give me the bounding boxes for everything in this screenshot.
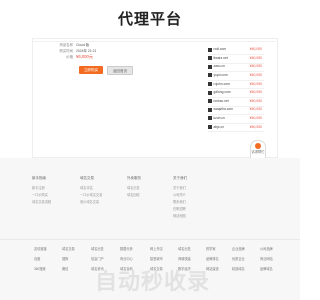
footer-link[interactable]: 一口价域名交易 xyxy=(80,192,102,197)
bottom-link[interactable]: 商城快建 xyxy=(178,256,191,261)
bottom-link[interactable]: 优质企业 xyxy=(232,256,245,261)
domain-name[interactable]: waqstha.com xyxy=(214,107,233,111)
domain-name[interactable]: abjs.cn xyxy=(214,125,224,129)
back-home-button[interactable]: 返回首页 xyxy=(107,66,133,76)
footer-link[interactable]: 域名交易流程 xyxy=(32,199,51,204)
bottom-link[interactable]: 公司品牌 xyxy=(260,246,273,251)
help-label: 请求帮忙 xyxy=(251,150,265,154)
domain-name[interactable]: ttwarz.net xyxy=(214,56,228,60)
field-value-time: 2024年 21:21 xyxy=(76,49,97,53)
domain-icon xyxy=(208,124,212,129)
bottom-link[interactable]: 品牌排名 xyxy=(206,256,219,261)
footer-link[interactable]: 域名出售 xyxy=(127,185,140,190)
bottom-link[interactable]: 微信 xyxy=(62,266,68,271)
footer-link[interactable]: 一口价购买 xyxy=(32,192,48,197)
footer-col-title: 外卖服务 xyxy=(127,176,141,180)
watermark-text: 自动秒收录 xyxy=(95,270,211,295)
bottom-link[interactable]: 数据分析 xyxy=(120,246,133,251)
domain-price: ¥40,000 xyxy=(249,47,262,52)
bottom-link[interactable]: 商业网站 xyxy=(260,256,273,261)
domain-price: ¥40,000 xyxy=(249,124,262,129)
domain-name[interactable]: rujohn.com xyxy=(214,82,230,86)
domain-icon xyxy=(208,73,212,78)
field-label-time: 购买时间 xyxy=(59,49,73,53)
domain-price: ¥40,000 xyxy=(249,81,262,86)
bottom-link[interactable]: 域名出售 xyxy=(178,246,191,251)
field-label-name: 商品名称 xyxy=(59,43,73,47)
footer-link[interactable]: 域名回收 xyxy=(127,192,140,197)
footer-link[interactable]: 竞价域名交易 xyxy=(80,199,99,204)
domain-price: ¥40,000 xyxy=(249,72,262,77)
footer-col-title: 新手指南 xyxy=(32,176,46,180)
domain-name[interactable]: rcdt.com xyxy=(214,47,227,51)
domain-price: ¥40,000 xyxy=(249,64,262,69)
bottom-link[interactable]: 360搜索 xyxy=(34,266,46,271)
field-value-name: Cloud 版 xyxy=(76,43,90,47)
field-value-price: ¥6,000元 xyxy=(76,53,93,59)
domain-name[interactable]: yuyd.com xyxy=(214,73,228,77)
domain-icon xyxy=(208,107,212,112)
footer-link[interactable]: 联系我们 xyxy=(173,199,186,204)
bottom-link[interactable]: 网上开店 xyxy=(150,246,163,251)
domain-icon xyxy=(208,116,212,121)
footer-link[interactable]: 域名评估 xyxy=(80,185,93,190)
domain-icon xyxy=(208,64,212,69)
domain-name[interactable]: zaso.cn xyxy=(214,64,225,68)
bottom-link[interactable]: 药学家 xyxy=(206,246,216,251)
domain-icon xyxy=(208,56,212,61)
footer-divider xyxy=(0,239,300,240)
field-label-price: 价格 xyxy=(66,55,73,59)
bottom-link[interactable]: 商业中心 xyxy=(120,256,133,261)
help-icon xyxy=(255,143,261,149)
domain-icon xyxy=(208,81,212,86)
footer-col-title: 域名交易 xyxy=(80,176,94,180)
domain-icon xyxy=(208,90,212,95)
domain-name[interactable]: kzuh.cn xyxy=(214,116,225,120)
domain-price: ¥40,000 xyxy=(249,90,262,95)
buy-now-button[interactable]: 立即购买 xyxy=(79,66,103,74)
domain-price: ¥40,000 xyxy=(249,55,262,60)
domain-icon xyxy=(208,99,212,104)
domain-price: ¥40,000 xyxy=(249,107,262,112)
domain-price: ¥40,000 xyxy=(249,115,262,120)
domain-icon xyxy=(208,47,212,52)
footer-link[interactable]: 关于我们 xyxy=(173,185,186,190)
bottom-link[interactable]: 企业品牌 xyxy=(232,246,245,251)
domain-price: ¥40,000 xyxy=(249,98,262,103)
domain-name[interactable]: gdlong.com xyxy=(214,90,231,94)
bottom-link[interactable]: 智慧城市 xyxy=(150,256,163,261)
domain-item[interactable]: abjs.cn ¥40,000 xyxy=(208,123,264,133)
footer-link[interactable]: 网站地图 xyxy=(173,213,186,218)
bottom-link[interactable]: 百度 xyxy=(34,256,40,261)
brand-title: 代理平台 xyxy=(117,10,182,28)
footer-link[interactable]: 在职招聘 xyxy=(173,206,186,211)
bottom-link[interactable]: 信息门户 xyxy=(91,256,104,261)
bottom-link[interactable]: 域名出售 xyxy=(91,246,104,251)
footer-col-title: 关于我们 xyxy=(173,176,187,180)
domain-name[interactable]: nmkso.net xyxy=(214,99,229,103)
bottom-link[interactable]: 域名交易 xyxy=(62,246,75,251)
bottom-link[interactable]: 友情链接 xyxy=(34,246,47,251)
footer-link[interactable]: 公司简介 xyxy=(173,192,186,197)
bottom-link[interactable]: 搜狗 xyxy=(62,256,68,261)
footer-link[interactable]: 新手注册 xyxy=(32,185,45,190)
